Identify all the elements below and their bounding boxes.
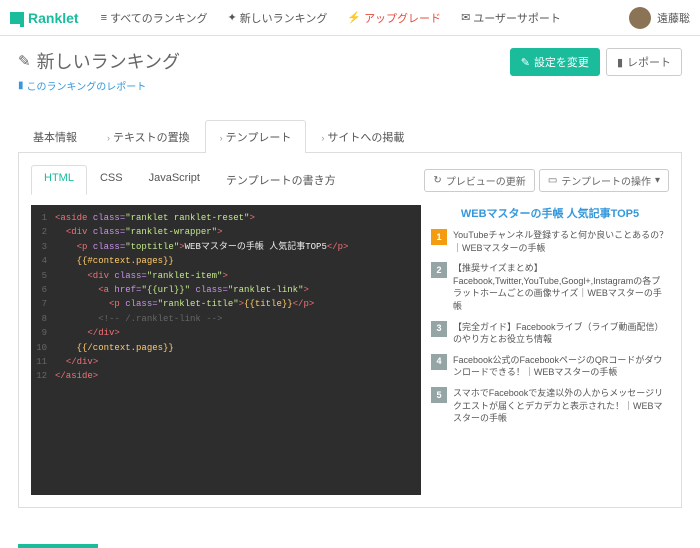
- navbar: Ranklet ≡すべてのランキング ✦新しいランキング ⚡アップグレード ✉ユ…: [0, 0, 700, 36]
- nav-support[interactable]: ✉ユーザーサポート: [451, 10, 571, 26]
- template-panel: HTML CSS JavaScript テンプレートの書き方 ↻プレビューの更新…: [18, 153, 682, 508]
- page-header: ✎ 新しいランキング ▮ このランキングのレポート ✎設定を変更 ▮レポート: [0, 36, 700, 101]
- tab-css[interactable]: CSS: [87, 165, 136, 195]
- rank-badge: 2: [431, 262, 447, 278]
- nav-all-rankings[interactable]: ≡すべてのランキング: [91, 10, 218, 26]
- rank-badge: 1: [431, 229, 447, 245]
- tab-template[interactable]: ›テンプレート: [205, 120, 307, 153]
- rank-item-5[interactable]: 5スマホでFacebookで友達以外の人からメッセージリクエストが届くとデカデカ…: [431, 387, 669, 425]
- chevron-down-icon: ▾: [655, 175, 660, 186]
- username: 遠藤聡: [657, 10, 690, 26]
- file-icon: ▭: [548, 175, 557, 186]
- refresh-icon: ↻: [433, 175, 441, 186]
- template-ops-button[interactable]: ▭テンプレートの操作 ▾: [539, 169, 669, 192]
- rank-badge: 3: [431, 321, 447, 337]
- report-link[interactable]: ▮ このランキングのレポート: [18, 78, 180, 93]
- code-editor[interactable]: 1<aside class="ranklet ranklet-reset"> 2…: [31, 205, 421, 495]
- bolt-icon: ⚡: [347, 11, 361, 24]
- brand-text: Ranklet: [28, 10, 79, 26]
- rank-item-1[interactable]: 1YouTubeチャンネル登録すると何か良いことあるの？｜WEBマスターの手帳: [431, 229, 669, 254]
- preview-update-button[interactable]: ↻プレビューの更新: [424, 169, 534, 192]
- chart-bar-icon: ▮: [18, 80, 24, 91]
- brand-logo[interactable]: Ranklet: [10, 10, 79, 26]
- tab-js[interactable]: JavaScript: [136, 165, 213, 195]
- tabs-code: HTML CSS JavaScript テンプレートの書き方: [31, 165, 349, 195]
- rank-badge: 5: [431, 387, 447, 403]
- rank-item-3[interactable]: 3【完全ガイド】Facebookライブ（ライブ動画配信）のやり方とお役立ち情報: [431, 321, 669, 346]
- plus-icon: ✦: [227, 11, 236, 24]
- chart-bar-icon: ▮: [617, 56, 623, 69]
- settings-button[interactable]: ✎設定を変更: [510, 48, 600, 76]
- tab-text[interactable]: ›テキストの置換: [92, 120, 205, 153]
- rank-item-2[interactable]: 2【推奨サイズまとめ】Facebook,Twitter,YouTube,Goog…: [431, 262, 669, 312]
- rank-badge: 4: [431, 354, 447, 370]
- nav-user[interactable]: 遠藤聡: [629, 7, 690, 29]
- tab-html[interactable]: HTML: [31, 165, 87, 195]
- tab-basic[interactable]: 基本情報: [18, 120, 92, 153]
- edit-icon: ✎: [18, 52, 31, 70]
- tabs-main: 基本情報 ›テキストの置換 ›テンプレート ›サイトへの掲載: [18, 119, 682, 153]
- chart-icon: [10, 12, 24, 24]
- edit-icon: ✎: [521, 56, 530, 69]
- mail-icon: ✉: [461, 11, 470, 24]
- report-button[interactable]: ▮レポート: [606, 48, 682, 76]
- preview-title: WEBマスターの手帳 人気記事TOP5: [431, 205, 669, 221]
- nav-new-ranking[interactable]: ✦新しいランキング: [217, 10, 337, 26]
- nav-upgrade[interactable]: ⚡アップグレード: [337, 10, 451, 26]
- avatar: [629, 7, 651, 29]
- accent-bar: [18, 544, 98, 548]
- rank-item-4[interactable]: 4Facebook公式のFacebookページのQRコードがダウンロードできる！…: [431, 354, 669, 379]
- tab-howto[interactable]: テンプレートの書き方: [213, 165, 349, 195]
- nav-links: ≡すべてのランキング ✦新しいランキング ⚡アップグレード ✉ユーザーサポート: [91, 10, 571, 26]
- tab-embed[interactable]: ›サイトへの掲載: [306, 120, 419, 153]
- preview-pane: WEBマスターの手帳 人気記事TOP5 1YouTubeチャンネル登録すると何か…: [431, 205, 669, 495]
- list-icon: ≡: [101, 12, 107, 24]
- page-title: ✎ 新しいランキング: [18, 48, 180, 74]
